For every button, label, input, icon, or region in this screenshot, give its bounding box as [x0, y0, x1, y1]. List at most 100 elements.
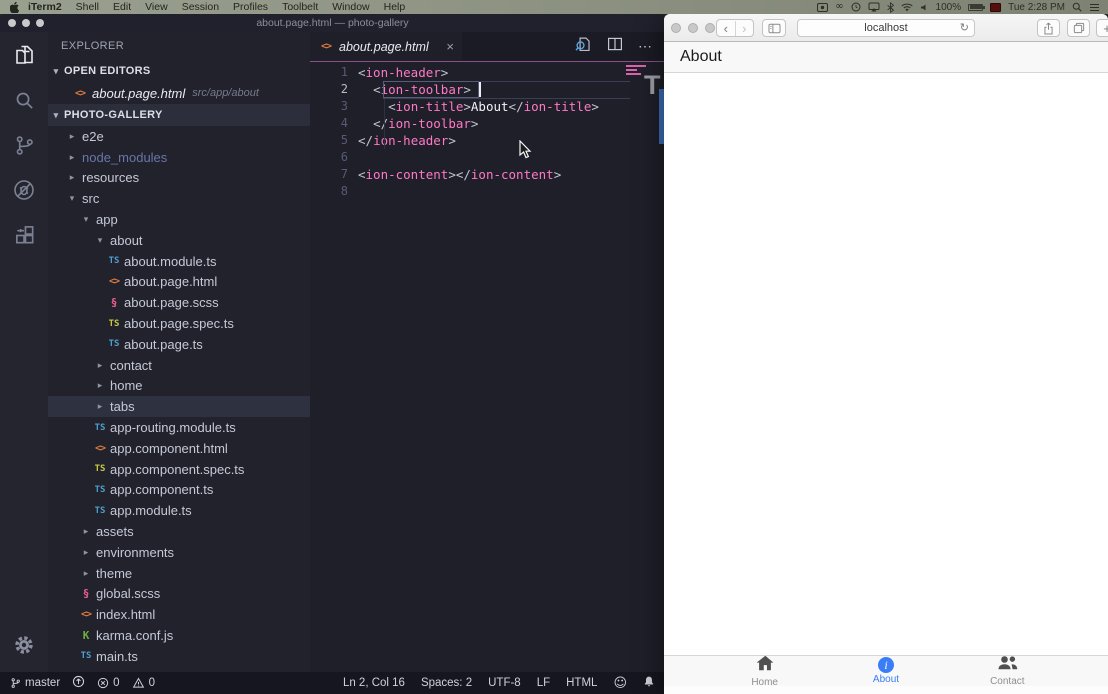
battery-icon[interactable] [968, 4, 983, 11]
vscode-title-bar[interactable]: about.page.html — photo-gallery [0, 14, 665, 32]
explorer-icon[interactable] [11, 42, 37, 68]
file-about.page.scss[interactable]: §about.page.scss [48, 292, 310, 313]
close-window-button[interactable] [671, 23, 681, 33]
home-icon [756, 655, 774, 676]
file-app.component.spec.ts[interactable]: TSapp.component.spec.ts [48, 459, 310, 480]
file-index.html[interactable]: <>index.html [48, 604, 310, 625]
new-tab-button[interactable]: + [1096, 19, 1108, 37]
split-editor-icon[interactable] [607, 36, 623, 57]
status-item[interactable]: HTML [566, 677, 597, 689]
folder-e2e[interactable]: ▸e2e [48, 126, 310, 147]
errors-indicator[interactable]: 0 [97, 677, 119, 689]
open-editor-item[interactable]: <> about.page.html src/app/about [48, 82, 310, 104]
file-about.module.ts[interactable]: TSabout.module.ts [48, 251, 310, 272]
tab-overview-button[interactable] [1067, 19, 1090, 37]
folder-environments[interactable]: ▸environments [48, 542, 310, 563]
file-karma.conf.js[interactable]: Kkarma.conf.js [48, 625, 310, 646]
extensions-icon[interactable] [11, 222, 37, 248]
volume-icon[interactable] [920, 3, 929, 12]
apple-menu-icon[interactable] [10, 2, 19, 13]
menu-clock[interactable]: Tue 2:28 PM [1008, 2, 1065, 13]
wifi-icon[interactable] [901, 3, 913, 12]
forward-button[interactable]: › [735, 21, 754, 36]
spotlight-search-icon[interactable] [1072, 2, 1082, 12]
editor-tab-about-page-html[interactable]: <> about.page.html × [310, 32, 462, 61]
file-app-routing.module.ts[interactable]: TSapp-routing.module.ts [48, 417, 310, 438]
project-section-header[interactable]: ▾ PHOTO-GALLERY [48, 104, 310, 126]
menu-edit[interactable]: Edit [106, 1, 138, 13]
status-item[interactable]: LF [537, 677, 550, 689]
settings-gear-icon[interactable] [11, 632, 37, 658]
sidebar-toggle-button[interactable] [762, 19, 786, 37]
folder-src[interactable]: ▾src [48, 188, 310, 209]
app-tab-contact[interactable]: Contact [947, 656, 1068, 686]
display-mirroring-icon[interactable] [868, 2, 880, 12]
glasses-icon[interactable]: ∞ [835, 2, 843, 12]
file-about.page.html[interactable]: <>about.page.html [48, 272, 310, 293]
file-app.component.ts[interactable]: TSapp.component.ts [48, 480, 310, 501]
share-button[interactable] [1037, 19, 1060, 37]
code-editor[interactable]: 1<ion-header>2 <ion-toolbar>3 <ion-title… [310, 62, 665, 672]
file-app.component.html[interactable]: <>app.component.html [48, 438, 310, 459]
minimize-window-button[interactable] [22, 19, 30, 27]
close-tab-icon[interactable]: × [446, 39, 454, 54]
status-item[interactable]: Spaces: 2 [421, 677, 472, 689]
menu-shell[interactable]: Shell [69, 1, 106, 13]
open-preview-icon[interactable] [575, 36, 592, 58]
folder-assets[interactable]: ▸assets [48, 521, 310, 542]
menu-profiles[interactable]: Profiles [226, 1, 275, 13]
clock-icon[interactable] [851, 2, 861, 12]
screen-recording-icon[interactable] [817, 3, 828, 12]
file-about.page.ts[interactable]: TSabout.page.ts [48, 334, 310, 355]
file-global.scss[interactable]: §global.scss [48, 584, 310, 605]
back-button[interactable]: ‹ [717, 21, 735, 36]
status-item[interactable]: Ln 2, Col 16 [343, 677, 405, 689]
browser-toolbar: ‹ › localhost ↻ + [664, 14, 1108, 42]
folder-node_modules[interactable]: ▸node_modules [48, 147, 310, 168]
code-line-7: 7<ion-content></ion-content> [310, 166, 665, 183]
menu-view[interactable]: View [138, 1, 175, 13]
close-window-button[interactable] [8, 19, 16, 27]
git-branch-indicator[interactable]: master [10, 677, 60, 689]
folder-home[interactable]: ▸home [48, 376, 310, 397]
status-item[interactable]: UTF-8 [488, 677, 521, 689]
chevron-down-icon: ▾ [48, 66, 64, 77]
open-editors-section-header[interactable]: ▾ OPEN EDITORS [48, 60, 310, 82]
chevron-right-icon: ▸ [64, 131, 80, 142]
zoom-window-button[interactable] [705, 23, 715, 33]
file-about.page.spec.ts[interactable]: TSabout.page.spec.ts [48, 313, 310, 334]
menu-help[interactable]: Help [377, 1, 413, 13]
minimize-window-button[interactable] [688, 23, 698, 33]
folder-theme[interactable]: ▸theme [48, 563, 310, 584]
file-app.module.ts[interactable]: TSapp.module.ts [48, 500, 310, 521]
folder-about[interactable]: ▾about [48, 230, 310, 251]
folder-tabs[interactable]: ▸tabs [48, 396, 310, 417]
menu-toolbelt[interactable]: Toolbelt [275, 1, 325, 13]
bluetooth-icon[interactable] [887, 2, 894, 13]
folder-resources[interactable]: ▸resources [48, 168, 310, 189]
input-source-icon[interactable] [990, 3, 1001, 12]
menu-window[interactable]: Window [325, 1, 376, 13]
chevron-right-icon: ▸ [78, 526, 94, 537]
notification-center-icon[interactable] [1089, 3, 1100, 12]
app-tab-about[interactable]: iAbout [825, 656, 946, 686]
menu-app-name[interactable]: iTerm2 [19, 1, 69, 13]
zoom-window-button[interactable] [36, 19, 44, 27]
file-main.ts[interactable]: TSmain.ts [48, 646, 310, 667]
source-control-icon[interactable] [11, 132, 37, 158]
warnings-indicator[interactable]: 0 [132, 677, 155, 689]
ts-file-icon: TS [92, 423, 108, 433]
notifications-bell-icon[interactable] [643, 675, 655, 691]
folder-contact[interactable]: ▸contact [48, 355, 310, 376]
feedback-smiley-icon[interactable]: ☺ [613, 676, 627, 691]
more-actions-icon[interactable]: ⋯ [638, 38, 653, 55]
debug-icon[interactable] [11, 177, 37, 203]
chevron-down-icon: ▾ [78, 214, 94, 225]
app-tab-home[interactable]: Home [704, 656, 825, 686]
sync-changes-icon[interactable] [72, 675, 85, 691]
menu-session[interactable]: Session [175, 1, 226, 13]
reload-icon[interactable]: ↻ [960, 21, 969, 34]
search-icon[interactable] [11, 87, 37, 113]
folder-app[interactable]: ▾app [48, 209, 310, 230]
address-bar[interactable]: localhost ↻ [797, 19, 975, 37]
